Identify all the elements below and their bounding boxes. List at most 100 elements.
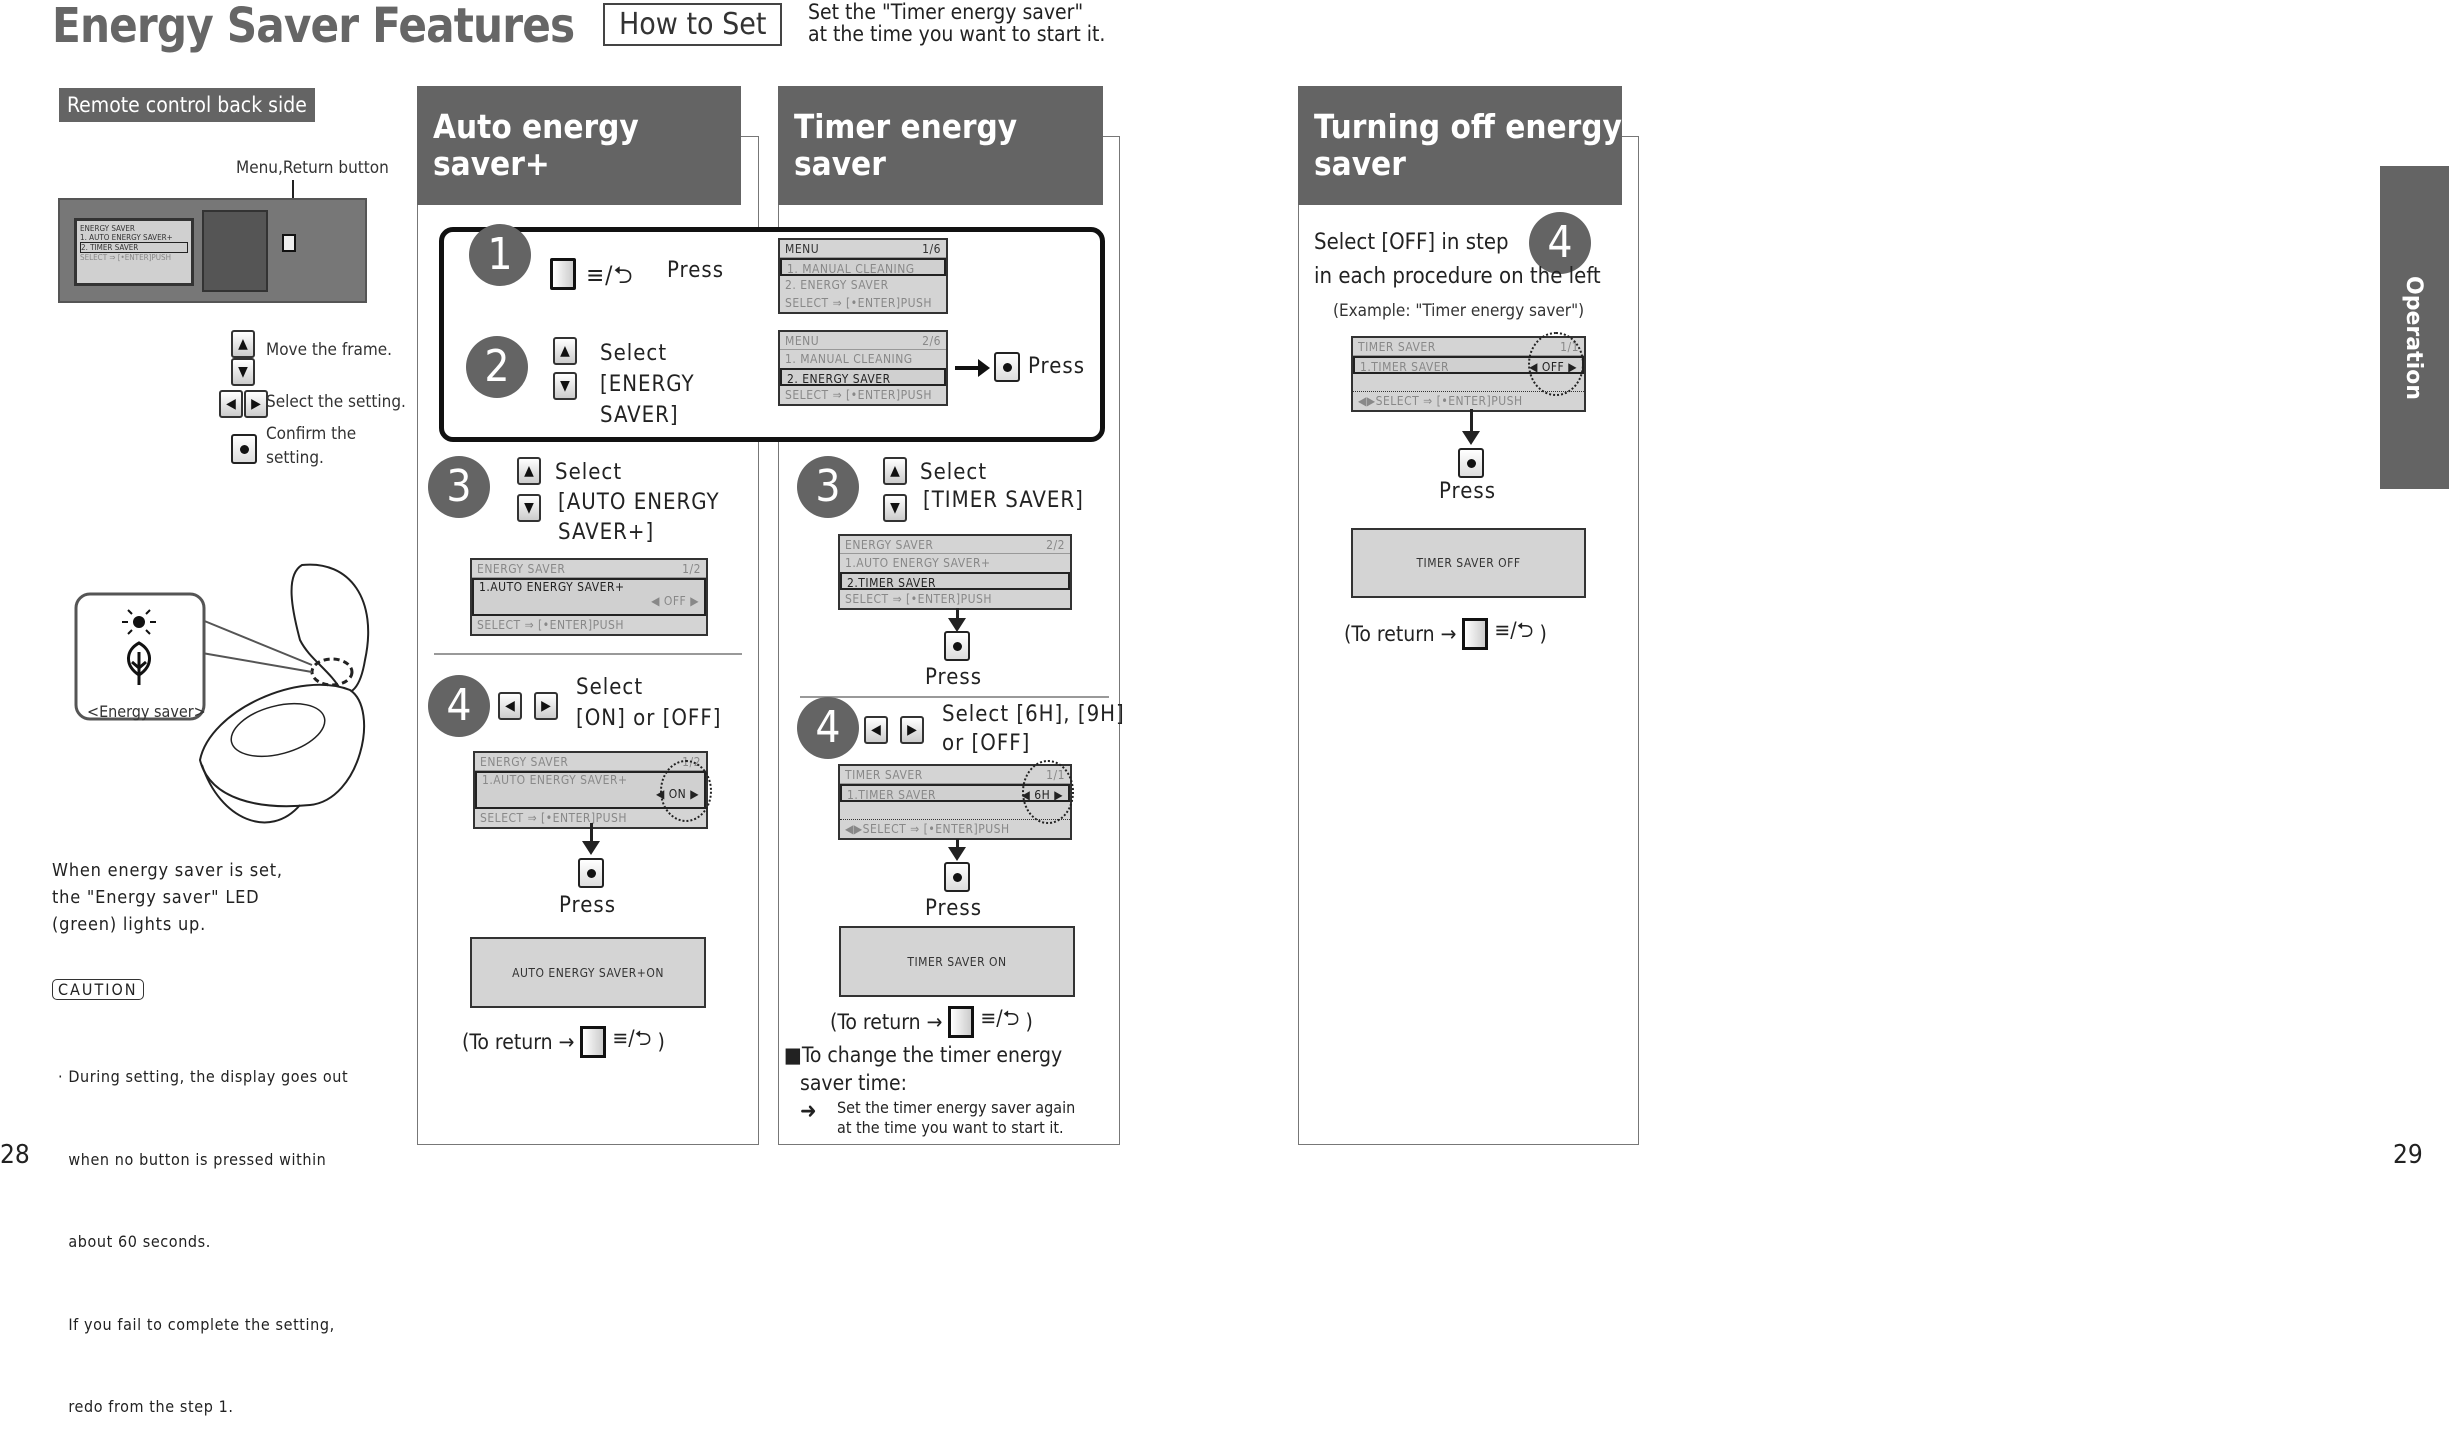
menu-return-button-icon <box>948 1005 975 1038</box>
caution-line: If you fail to complete the setting, <box>58 1314 335 1334</box>
operation-tab: Operation <box>2380 166 2449 489</box>
step-2-text: Select [ENERGY SAVER] <box>600 341 695 428</box>
to-return-hint: (To return → ≡/⮌) <box>830 1004 1033 1039</box>
remote-lcd-item2: 2. TIMER SAVER <box>80 242 188 253</box>
left-button-icon: ◀ <box>498 692 522 720</box>
led-note-line: (green) lights up. <box>52 914 207 935</box>
enter-button-icon <box>944 631 970 661</box>
arrow-down-icon <box>948 839 966 861</box>
divider <box>800 696 1109 698</box>
lcd-menu-1: MENU 1/6 1. MANUAL CLEANING 2. ENERGY SAV… <box>778 238 948 314</box>
header-note-2: at the time you want to start it. <box>808 22 1106 46</box>
change-time-heading: ■To change the timer energy <box>784 1043 1063 1067</box>
header-note-1: Set the "Timer energy saver" <box>808 0 1084 24</box>
off-result-display: TIMER SAVER OFF <box>1351 528 1586 598</box>
down-button-icon: ▼ <box>553 372 577 400</box>
page-title: Energy Saver Features <box>52 0 575 54</box>
down-button-icon: ▼ <box>517 494 541 522</box>
remote-lcd-footer: SELECT ⇒ [•ENTER]PUSH <box>80 253 172 262</box>
enter-button-icon <box>944 862 970 892</box>
auto-step-3-number: 3 <box>428 456 490 518</box>
caution-text: · During setting, the display goes out w… <box>58 1008 348 1448</box>
caution-line: redo from the step 1. <box>58 1397 234 1416</box>
timer-step-3-text: [TIMER SAVER] <box>923 488 1084 513</box>
menu-return-button-icon <box>550 258 576 290</box>
to-return-hint: (To return → ≡/⮌) <box>1344 616 1547 651</box>
lcd-auto-off: ENERGY SAVER 1/2 1.AUTO ENERGY SAVER+ ◀ OF… <box>470 558 708 636</box>
remote-back-label: Remote control back side <box>59 88 315 122</box>
page-number-right: 29 <box>2393 1140 2423 1170</box>
lcd-menu-2: MENU 2/6 1. MANUAL CLEANING 2. ENERGY SAV… <box>778 330 948 406</box>
menu-return-button-icon <box>580 1025 607 1058</box>
led-note-line: the "Energy saver" LED <box>52 887 260 908</box>
page-number-left: 28 <box>0 1140 30 1170</box>
select-text: Select <box>576 675 644 700</box>
press-text: Press <box>559 893 617 918</box>
timer-step-4-text-2: or [OFF] <box>942 731 1031 756</box>
move-frame-text: Move the frame. <box>266 340 393 360</box>
confirm-text-2: setting. <box>266 448 324 468</box>
timer-step-4-text-1: Select [6H], [9H] <box>942 702 1125 727</box>
up-button-icon: ▲ <box>883 457 907 485</box>
down-button-icon: ▼ <box>231 358 255 386</box>
menu-return-label: Menu,Return button <box>236 158 389 178</box>
left-button-icon: ◀ <box>864 716 888 744</box>
led-note-line: When energy saver is set, <box>52 860 283 881</box>
lcd-timer-select: ENERGY SAVER 2/2 1.AUTO ENERGY SAVER+ 2.T… <box>838 534 1072 610</box>
remote-lcd: ENERGY SAVER 1. AUTO ENERGY SAVER+ 2. TI… <box>74 218 194 286</box>
off-example: (Example: "Timer energy saver") <box>1333 301 1585 321</box>
auto-result-display: AUTO ENERGY SAVER+ON <box>470 937 706 1008</box>
highlight-circle <box>660 760 712 822</box>
energy-saver-caption: <Energy saver> <box>87 702 206 721</box>
caution-label: CAUTION <box>52 979 144 1000</box>
arrow-down-icon <box>1462 409 1480 445</box>
right-button-icon: ▶ <box>900 716 924 744</box>
select-setting-text: Select the setting. <box>266 392 406 412</box>
highlight-circle <box>1528 332 1584 396</box>
remote-lcd-item1: 1. AUTO ENERGY SAVER+ <box>80 233 173 242</box>
menu-return-symbol: ≡/⮌ <box>586 261 634 289</box>
enter-button-icon <box>994 352 1020 382</box>
caution-line: · During setting, the display goes out <box>58 1067 349 1086</box>
enter-button-icon <box>578 858 604 888</box>
select-text: Select <box>555 460 623 485</box>
arrow-down-icon <box>582 823 600 855</box>
auto-step-4-text: [ON] or [OFF] <box>576 706 722 731</box>
press-text: Press <box>925 896 983 921</box>
press-text: Press <box>667 258 725 283</box>
change-time-heading-2: saver time: <box>800 1071 908 1095</box>
timer-result-display: TIMER SAVER ON <box>839 926 1075 997</box>
caution-line: about 60 seconds. <box>58 1232 211 1251</box>
press-text: Press <box>925 665 983 690</box>
arrow-right-icon: ➜ <box>800 1099 817 1124</box>
menu-return-button-icon <box>1462 617 1489 650</box>
up-button-icon: ▲ <box>517 457 541 485</box>
up-button-icon: ▲ <box>553 337 577 365</box>
remote-lcd-title: ENERGY SAVER <box>80 224 135 233</box>
highlight-circle <box>1022 760 1074 824</box>
how-to-set-label: How to Set <box>603 3 783 46</box>
up-button-icon: ▲ <box>231 330 255 358</box>
common-steps-box <box>439 227 1105 442</box>
remote-menu-button <box>282 234 296 252</box>
change-time-text-2: at the time you want to start it. <box>837 1118 1064 1137</box>
left-button-icon: ◀ <box>219 390 243 418</box>
press-text: Press <box>1439 479 1497 504</box>
remote-dpad <box>202 210 268 292</box>
enter-button-icon <box>1458 448 1484 478</box>
right-button-icon: ▶ <box>244 390 268 418</box>
down-button-icon: ▼ <box>883 494 907 522</box>
arrow-down-icon <box>948 608 966 632</box>
timer-step-3-number: 3 <box>797 456 859 518</box>
remote-control-image: ENERGY SAVER 1. AUTO ENERGY SAVER+ 2. TI… <box>58 198 367 303</box>
right-button-icon: ▶ <box>534 692 558 720</box>
off-instruction-1: Select [OFF] in step <box>1314 230 1509 255</box>
auto-step-3-text: [AUTO ENERGY SAVER+] <box>558 490 720 545</box>
select-text: Select <box>920 460 988 485</box>
led-light-icon <box>133 616 145 628</box>
press-text: Press <box>1028 354 1086 379</box>
arrow-head <box>978 359 990 377</box>
step-1-number: 1 <box>469 224 531 286</box>
caution-line: when no button is pressed within <box>58 1149 327 1169</box>
auto-header: Auto energy saver+ <box>417 86 741 205</box>
